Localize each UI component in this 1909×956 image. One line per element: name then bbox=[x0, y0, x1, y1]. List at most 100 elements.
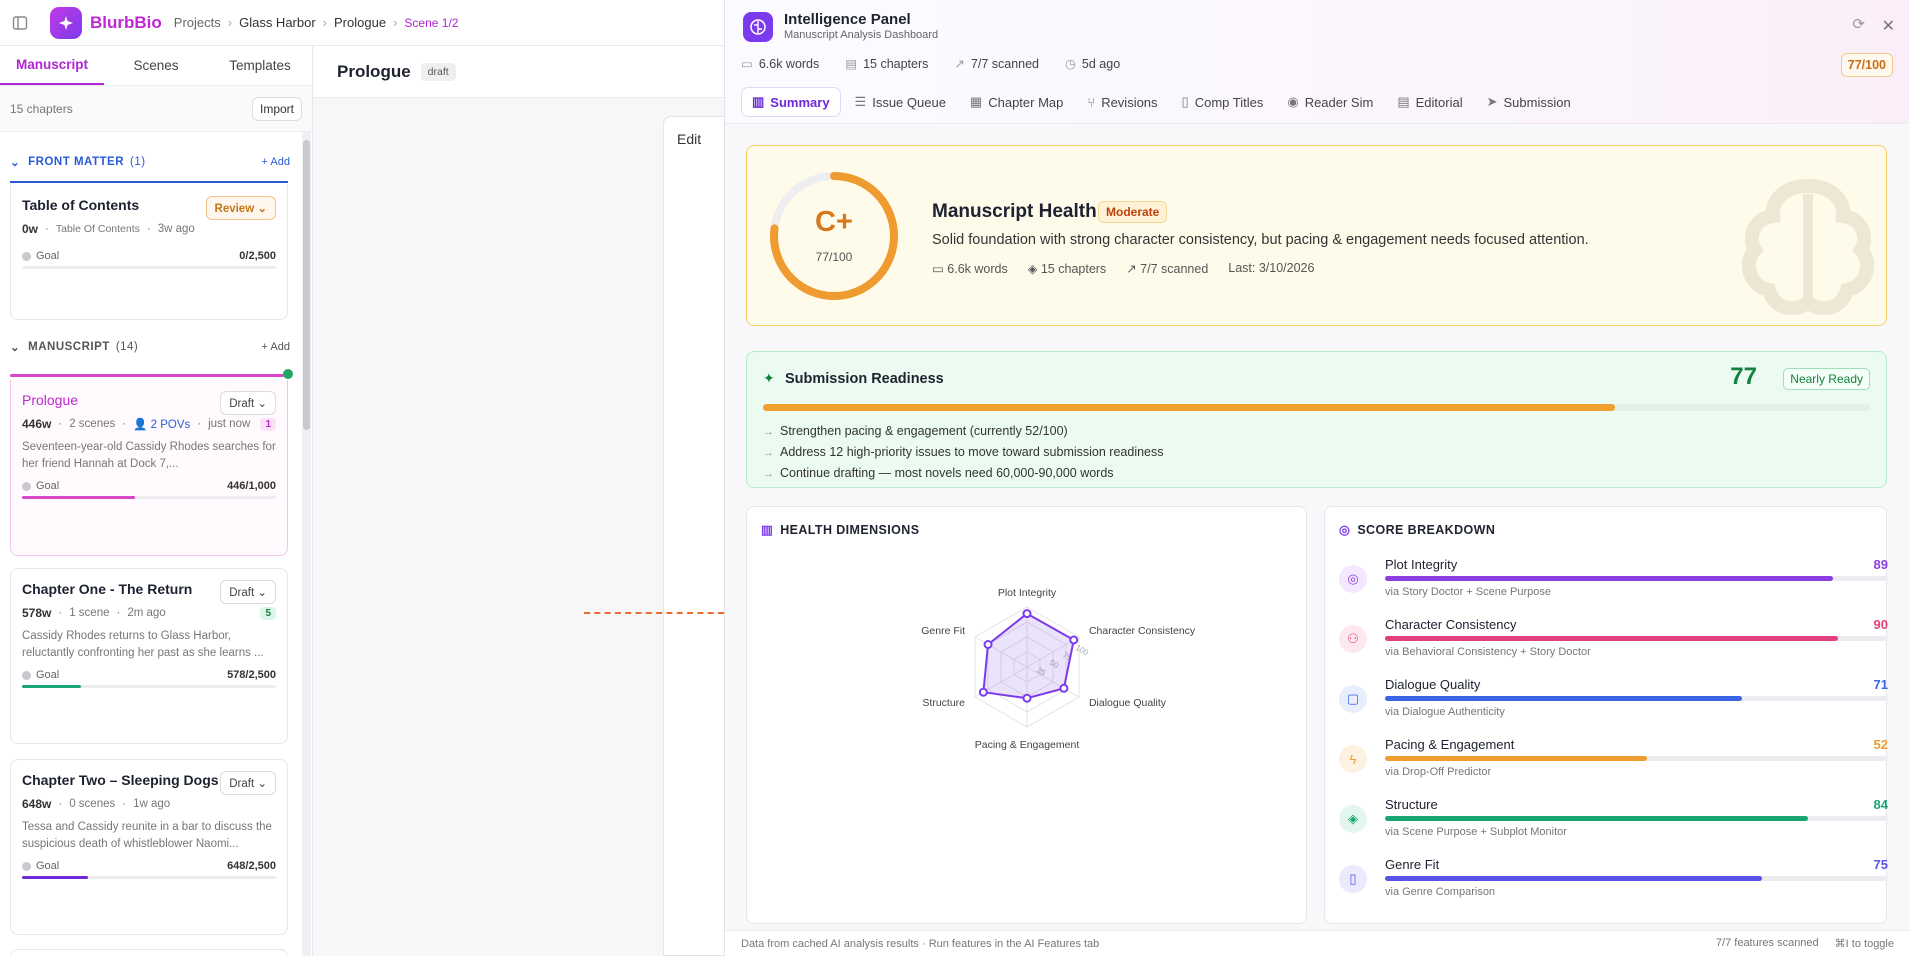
radar-point[interactable] bbox=[978, 687, 988, 697]
tab-manuscript[interactable]: Manuscript bbox=[0, 46, 104, 85]
radar-point[interactable] bbox=[1022, 693, 1032, 703]
brand-logo-icon[interactable] bbox=[50, 6, 82, 39]
status-dropdown[interactable]: Draft ⌄ bbox=[220, 771, 276, 795]
connector-dashed-line bbox=[584, 612, 724, 614]
score-bar bbox=[1385, 876, 1888, 881]
goal-progress-bar bbox=[22, 266, 276, 269]
goal-progress-bar bbox=[22, 876, 276, 880]
brand-name[interactable]: BlurbBio bbox=[90, 13, 162, 33]
goal-dot-icon bbox=[22, 481, 31, 491]
word-count: 0w bbox=[22, 222, 39, 236]
book-open-icon: ▯ bbox=[1181, 94, 1189, 109]
chevron-right-icon: › bbox=[393, 15, 398, 30]
sidebar-tabs: Manuscript Scenes Templates bbox=[0, 46, 312, 86]
health-description: Solid foundation with strong character c… bbox=[932, 232, 1589, 248]
radar-axis-label: Genre Fit bbox=[921, 625, 965, 637]
close-icon[interactable]: ✕ bbox=[1882, 16, 1895, 36]
card-meta: 648w · 0 scenes · 1w ago bbox=[22, 797, 276, 811]
goal-label: Goal bbox=[36, 669, 60, 682]
stat-chapters-value: 15 chapters bbox=[863, 56, 929, 71]
goal-value: 578/2,500 bbox=[227, 669, 276, 682]
tab-submission[interactable]: ➤ Submission bbox=[1477, 87, 1581, 117]
sidebar-toggle-icon[interactable] bbox=[0, 0, 40, 46]
score-bar-fill bbox=[1385, 816, 1808, 821]
word-count: 446w bbox=[22, 417, 52, 431]
radar-point[interactable] bbox=[1022, 609, 1032, 619]
goal-label: Goal bbox=[36, 480, 60, 493]
tab-editorial[interactable]: ▤ Editorial bbox=[1387, 87, 1472, 117]
radar-axis-label: Character Consistency bbox=[1089, 625, 1196, 637]
tab-comp-titles[interactable]: ▯ Comp Titles bbox=[1172, 87, 1274, 117]
score-name: Dialogue Quality bbox=[1385, 677, 1481, 692]
footer-scanned: 7/7 features scanned bbox=[1715, 937, 1819, 949]
status-dropdown[interactable]: Draft ⌄ bbox=[220, 580, 276, 604]
manuscript-add-button[interactable]: + Add bbox=[262, 341, 290, 353]
score-row[interactable]: ▯ Genre Fit 75 via Genre Comparison bbox=[1339, 857, 1888, 917]
goal-row: Goal 0/2,500 bbox=[22, 250, 276, 262]
top-bar: BlurbBio Projects › Glass Harbor › Prolo… bbox=[0, 0, 724, 46]
chapter-card-next[interactable] bbox=[10, 949, 288, 956]
card-meta: 578w · 1 scene · 2m ago 5 bbox=[22, 606, 276, 620]
readiness-chip: Nearly Ready bbox=[1783, 368, 1870, 390]
radar-point[interactable] bbox=[983, 640, 993, 649]
stat-chapters: ▤ 15 chapters bbox=[845, 56, 929, 72]
breadcrumb-project[interactable]: Glass Harbor bbox=[239, 15, 316, 30]
readiness-bar bbox=[763, 404, 1870, 411]
manuscript-count: (14) bbox=[115, 341, 139, 353]
breadcrumb-projects[interactable]: Projects bbox=[174, 15, 221, 30]
refresh-icon[interactable]: ⟳ bbox=[1852, 15, 1865, 33]
panel-subtitle: Manuscript Analysis Dashboard bbox=[784, 29, 939, 41]
manuscript-header[interactable]: ⌄ MANUSCRIPT (14) + Add bbox=[0, 329, 300, 365]
chevron-right-icon: › bbox=[227, 15, 233, 30]
score-source: via Drop-Off Predictor bbox=[1385, 766, 1492, 778]
score-source: via Genre Comparison bbox=[1385, 886, 1496, 898]
score-row[interactable]: ▢ Dialogue Quality 71 via Dialogue Authenti… bbox=[1339, 677, 1888, 737]
branch-icon: ⑂ bbox=[1087, 94, 1096, 110]
score-row[interactable]: ϟ Pacing & Engagement 52 via Drop-Off Predi… bbox=[1339, 737, 1888, 797]
brain-icon bbox=[743, 12, 773, 42]
chapter-card-toc[interactable]: Table of Contents Review ⌄ 0w · Table Of… bbox=[10, 185, 288, 320]
front-matter-add-button[interactable]: + Add bbox=[262, 156, 290, 168]
chapter-card-chapter-one[interactable]: Chapter One - The Return Draft ⌄ 578w · … bbox=[10, 568, 288, 744]
meta-dot: · bbox=[58, 798, 63, 810]
score-value: 75 bbox=[1873, 857, 1888, 872]
edit-tab[interactable]: Edit bbox=[677, 131, 701, 147]
goal-progress-fill bbox=[22, 496, 136, 500]
chapter-card-prologue[interactable]: Prologue Draft ⌄ 446w · 2 scenes · 👤 2 P… bbox=[10, 380, 288, 556]
tab-chapter-map[interactable]: ▦ Chapter Map bbox=[960, 87, 1073, 117]
tab-label: Submission bbox=[1503, 94, 1571, 110]
tab-templates[interactable]: Templates bbox=[208, 46, 312, 85]
pov-badge[interactable]: 👤 2 POVs bbox=[133, 417, 190, 431]
tab-issue-queue[interactable]: ☰ Issue Queue bbox=[845, 87, 956, 117]
layers-icon: ◈ bbox=[1027, 262, 1038, 276]
meta-dot: · bbox=[58, 607, 63, 619]
word-count: 578w bbox=[22, 606, 52, 620]
chapter-card-chapter-two[interactable]: Chapter Two – Sleeping Dogs Draft ⌄ 648w… bbox=[10, 759, 288, 935]
tab-revisions[interactable]: ⑂ Revisions bbox=[1077, 87, 1167, 117]
status-dot-icon bbox=[283, 369, 293, 379]
status-dropdown[interactable]: Draft ⌄ bbox=[220, 391, 276, 415]
breadcrumb: Projects › Glass Harbor › Prologue › Sce… bbox=[174, 15, 459, 30]
radar-axis-label: Pacing & Engagement bbox=[975, 739, 1080, 751]
intelligence-panel: Intelligence Panel Manuscript Analysis D… bbox=[724, 0, 1909, 956]
breadcrumb-scene[interactable]: Scene 1/2 bbox=[404, 16, 458, 30]
health-stats: ▭ 6.6k words ◈ 15 chapters ↗ 7/7 scanned… bbox=[932, 261, 1314, 276]
tab-scenes[interactable]: Scenes bbox=[104, 46, 208, 85]
radar-point[interactable] bbox=[1069, 635, 1079, 645]
radar-point[interactable] bbox=[1059, 683, 1069, 693]
grid-icon: ▦ bbox=[969, 94, 983, 109]
tab-summary[interactable]: ▥ Summary bbox=[741, 87, 841, 117]
status-dropdown[interactable]: Review ⌄ bbox=[205, 196, 276, 220]
front-matter-header[interactable]: ⌄ FRONT MATTER (1) + Add bbox=[0, 144, 300, 180]
tab-reader-sim[interactable]: ◉ Reader Sim bbox=[1277, 87, 1383, 117]
score-row[interactable]: ⚇ Character Consistency 90 via Behavioral C… bbox=[1339, 617, 1888, 677]
scene-count: 2 scenes bbox=[69, 418, 116, 430]
sidebar-scroll-thumb[interactable] bbox=[303, 140, 310, 430]
meta-dot: · bbox=[116, 607, 121, 619]
editor-frame[interactable]: Edit bbox=[663, 116, 724, 956]
breadcrumb-chapter[interactable]: Prologue bbox=[334, 15, 386, 30]
score-row[interactable]: ◈ Structure 84 via Scene Purpose + Subplot … bbox=[1339, 797, 1888, 857]
import-button[interactable]: Import bbox=[251, 96, 302, 121]
score-row[interactable]: ◎ Plot Integrity 89 via Story Doctor + Scen… bbox=[1339, 557, 1888, 617]
stat-words-value: 6.6k words bbox=[758, 56, 820, 71]
